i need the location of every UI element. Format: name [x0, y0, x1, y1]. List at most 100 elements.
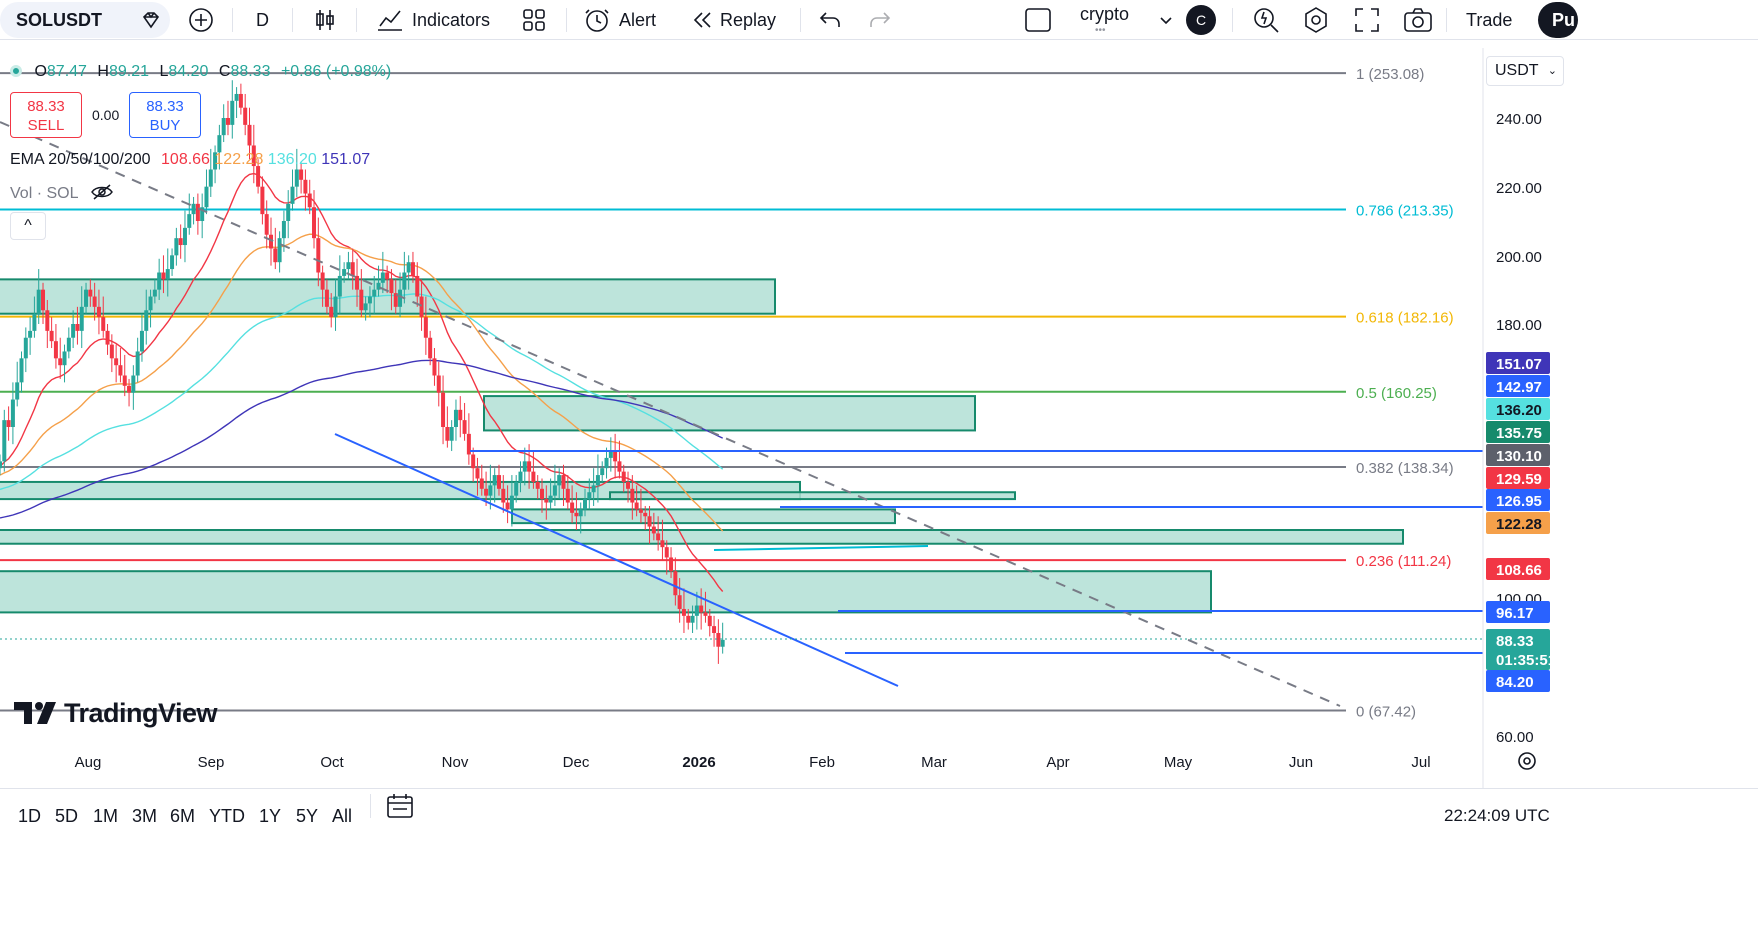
user-avatar[interactable]: C: [1186, 0, 1216, 40]
candle-body: [0, 461, 2, 469]
price-tag-label: 88.33: [1496, 633, 1534, 650]
candle-body: [342, 269, 347, 276]
collapse-legend-button[interactable]: ^: [10, 212, 46, 240]
candle-body: [712, 626, 717, 633]
buy-button[interactable]: 88.33 BUY: [129, 92, 201, 138]
candle-body: [475, 468, 480, 479]
candle: [441, 375, 446, 445]
candle-body: [707, 615, 712, 627]
eye-hidden-icon[interactable]: [90, 183, 114, 201]
symbol-name[interactable]: SOLUSDT: [16, 0, 102, 40]
range-button-1m[interactable]: 1M: [93, 806, 118, 827]
candle-body: [557, 475, 562, 486]
redo-icon[interactable]: [868, 0, 892, 40]
replay-button[interactable]: Replay: [690, 0, 776, 40]
candle: [53, 324, 58, 369]
candle-body: [552, 485, 557, 496]
candle-body: [277, 238, 282, 263]
price-tag-label: 151.07: [1496, 356, 1542, 373]
quick-search-icon[interactable]: [1252, 0, 1280, 40]
candle: [660, 519, 665, 561]
candle-body: [71, 324, 76, 338]
utc-clock[interactable]: 22:24:09 UTC: [1444, 806, 1550, 826]
tradingview-logo: TradingView: [14, 695, 218, 731]
candle: [604, 447, 609, 479]
candle-body: [346, 262, 351, 270]
candle-body: [389, 279, 394, 294]
compare-add-icon[interactable]: [188, 0, 214, 40]
candle-body: [539, 488, 544, 500]
diamond-icon[interactable]: [140, 0, 162, 40]
candle-body: [144, 310, 149, 331]
candle: [174, 227, 179, 266]
price-tag-label: 142.97: [1496, 379, 1542, 396]
range-button-all[interactable]: All: [332, 806, 352, 827]
price-tag: 142.97: [1486, 375, 1550, 397]
sell-button[interactable]: 88.33 SELL: [10, 92, 82, 138]
settings-icon[interactable]: [1302, 0, 1330, 40]
indicators-icon: [378, 10, 402, 31]
fullscreen-layout-icon[interactable]: [1024, 0, 1052, 40]
candle: [114, 344, 119, 383]
fullscreen-icon[interactable]: [1354, 0, 1380, 40]
price-tag-label: 126.95: [1496, 493, 1542, 510]
candle: [118, 348, 123, 383]
candle: [109, 334, 114, 373]
chevron-down-icon[interactable]: [1158, 0, 1174, 40]
currency-select[interactable]: USDT ⌄: [1486, 56, 1564, 86]
undo-icon[interactable]: [818, 0, 842, 40]
range-button-5y[interactable]: 5Y: [296, 806, 318, 827]
volume-legend[interactable]: Vol · SOL: [10, 183, 114, 203]
publish-button[interactable]: Pu: [1538, 2, 1578, 38]
spread-value: 0.00: [92, 107, 120, 123]
candle-style-icon[interactable]: [312, 0, 338, 40]
candle-body: [462, 420, 467, 434]
indicators-button[interactable]: Indicators: [376, 0, 490, 40]
alert-button[interactable]: Alert: [583, 0, 656, 40]
candle-body: [419, 296, 424, 318]
fib-label: 0 (67.42): [1356, 704, 1416, 721]
candle-body: [161, 272, 166, 280]
candle: [458, 396, 463, 438]
divider: [292, 8, 293, 32]
candle-body: [45, 310, 50, 331]
candle: [716, 619, 721, 664]
ema-legend[interactable]: EMA 20/50/100/200 108.66 122.28 136.20 1…: [10, 151, 370, 169]
candle-body: [488, 485, 493, 496]
candle-body: [118, 365, 123, 376]
candle-body: [703, 612, 708, 616]
candle-body: [600, 468, 605, 476]
range-button-1d[interactable]: 1D: [18, 806, 41, 827]
time-tick: Sep: [198, 754, 225, 771]
ohlc-legend: O87.47 H89.21 L84.20 C88.33 +0.86 (+0.98…: [10, 63, 391, 81]
trade-button[interactable]: Trade: [1466, 0, 1512, 40]
price-tag-label: 96.17: [1496, 605, 1534, 622]
candle-body: [634, 502, 639, 510]
candle-body: [221, 118, 226, 136]
divider: [800, 8, 801, 32]
range-button-5d[interactable]: 5D: [55, 806, 78, 827]
candle-body: [333, 296, 338, 318]
candle-body: [415, 275, 420, 297]
candle: [2, 409, 7, 472]
candle-body: [583, 499, 588, 510]
range-button-ytd[interactable]: YTD: [209, 806, 245, 827]
candle-body: [359, 289, 364, 311]
goto-date-icon[interactable]: [386, 793, 414, 824]
price-tick: 180.00: [1496, 317, 1542, 334]
interval-button[interactable]: D: [256, 0, 269, 40]
divider: [1446, 8, 1447, 32]
range-button-1y[interactable]: 1Y: [259, 806, 281, 827]
price-tag: 122.28: [1486, 512, 1550, 534]
range-button-3m[interactable]: 3M: [132, 806, 157, 827]
layouts-icon[interactable]: [522, 0, 546, 40]
candle-body: [307, 193, 312, 208]
top-toolbar: SOLUSDT D Indicators Alert Replay crypto…: [0, 0, 1758, 40]
candle: [6, 406, 11, 441]
candle-body: [544, 499, 549, 503]
range-button-6m[interactable]: 6M: [170, 806, 195, 827]
high-label: H: [97, 63, 109, 80]
camera-icon[interactable]: [1403, 0, 1433, 40]
candle-body: [699, 605, 704, 613]
gear-ring: [1518, 752, 1536, 770]
